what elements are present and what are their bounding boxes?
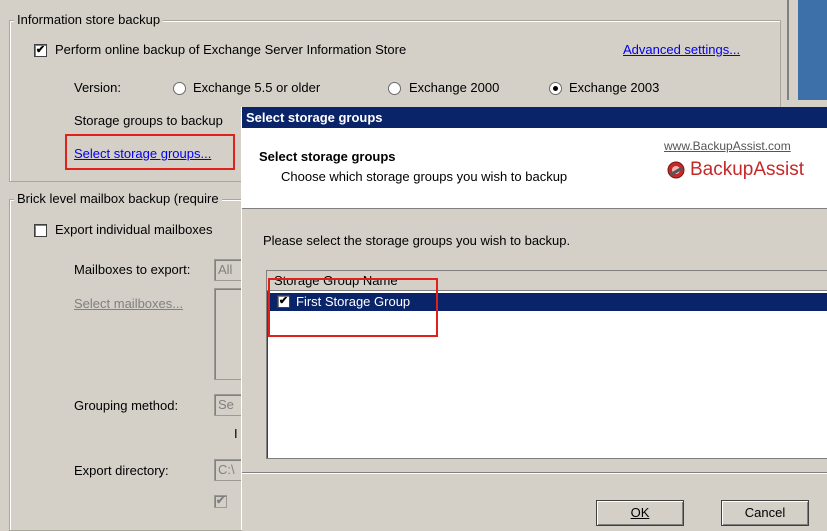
export-directory-label: Export directory: (74, 463, 169, 478)
dialog-title-bar[interactable]: Select storage groups (242, 107, 827, 128)
highlight-storage-group-row (268, 278, 438, 337)
version-option-exchange55[interactable]: Exchange 5.5 or older (193, 80, 320, 95)
mailboxes-to-export-label: Mailboxes to export: (74, 262, 191, 277)
version-label: Version: (74, 80, 121, 95)
brick-level-group-title: Brick level mailbox backup (require (14, 191, 222, 206)
perform-online-backup-label[interactable]: Perform online backup of Exchange Server… (55, 42, 406, 57)
perform-online-backup-checkbox[interactable]: ✔ (34, 44, 47, 57)
version-radio-exchange2000[interactable] (388, 82, 401, 95)
storage-groups-label: Storage groups to backup (74, 113, 223, 128)
advanced-settings-link[interactable]: Advanced settings... (623, 42, 740, 57)
dialog-footer-divider (242, 472, 827, 474)
brick-level-groupbox (9, 199, 242, 531)
mailboxes-list[interactable] (214, 288, 242, 380)
brand-url: www.BackupAssist.com (664, 139, 791, 153)
brand-name: BackupAssist (690, 159, 805, 180)
grouping-method-label: Grouping method: (74, 398, 179, 413)
dialog-instruction: Please select the storage groups you wis… (263, 233, 571, 248)
select-mailboxes-link[interactable]: Select mailboxes... (74, 296, 183, 311)
highlight-select-storage-groups (65, 134, 235, 170)
ok-button[interactable]: OK (596, 500, 684, 526)
grouping-method-select[interactable]: Se (214, 394, 242, 416)
dialog-header: Select storage groups Choose which stora… (242, 128, 827, 209)
select-storage-groups-dialog: Select storage groups Select storage gro… (241, 107, 827, 530)
side-panel-banner (798, 0, 827, 100)
dialog-header-subtitle: Choose which storage groups you wish to … (281, 169, 568, 184)
version-radio-exchange2003[interactable] (549, 82, 562, 95)
backupassist-logo-icon (666, 160, 686, 180)
version-radio-exchange55[interactable] (173, 82, 186, 95)
dialog-header-title: Select storage groups (259, 149, 396, 164)
version-option-exchange2000[interactable]: Exchange 2000 (409, 80, 499, 95)
export-directory-field[interactable]: C:\ (214, 459, 242, 481)
grouping-extra-text: I (234, 426, 238, 441)
export-option-checkbox[interactable]: ✔ (214, 495, 227, 508)
export-individual-checkbox[interactable] (34, 224, 47, 237)
ok-button-label: OK (630, 505, 650, 520)
export-individual-label[interactable]: Export individual mailboxes (55, 222, 213, 237)
mailboxes-to-export-select[interactable]: All (214, 259, 242, 281)
backup-settings-window: { "info_store": { "group_title": "Inform… (0, 0, 827, 531)
cancel-button-label: Cancel (744, 505, 786, 520)
dialog-title: Select storage groups (246, 110, 383, 125)
info-store-group-title: Information store backup (14, 12, 164, 27)
version-option-exchange2003[interactable]: Exchange 2003 (569, 80, 659, 95)
cancel-button[interactable]: Cancel (721, 500, 809, 526)
